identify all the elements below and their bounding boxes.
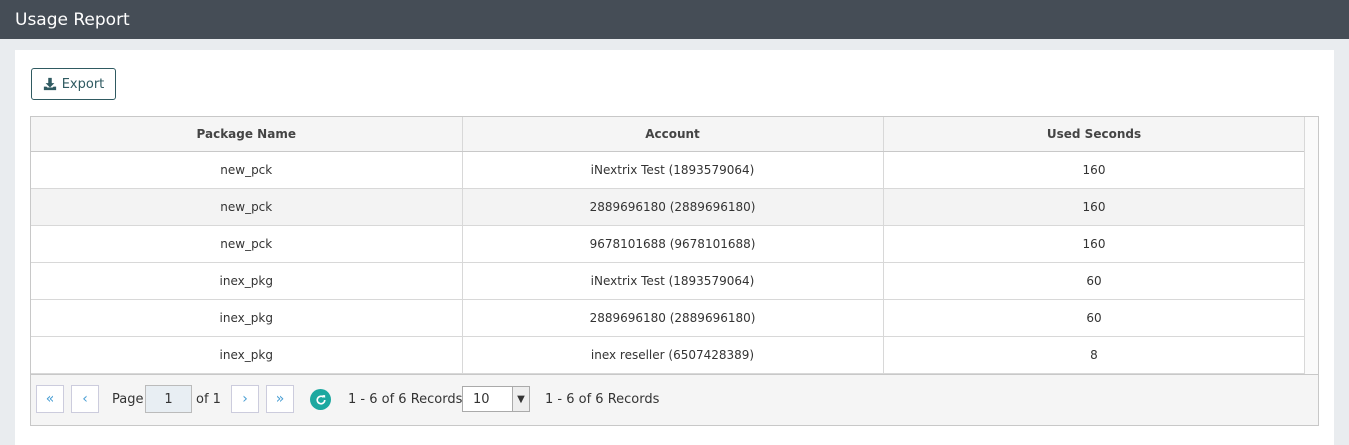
package-name-cell: inex_pkg bbox=[31, 336, 463, 374]
usage-grid: Package Name Account Used Seconds new_pc… bbox=[30, 116, 1319, 426]
page-title: Usage Report bbox=[15, 9, 130, 30]
page-size-select[interactable]: 10 ▼ bbox=[462, 386, 530, 412]
refresh-icon bbox=[315, 394, 326, 405]
table-row[interactable]: new_pck 9678101688 (9678101688) 160 bbox=[31, 225, 1306, 263]
used-seconds-cell: 160 bbox=[883, 225, 1306, 263]
first-page-button[interactable]: « bbox=[36, 385, 64, 413]
table-row[interactable]: inex_pkg iNextrix Test (1893579064) 60 bbox=[31, 262, 1306, 300]
package-name-cell: inex_pkg bbox=[31, 262, 463, 300]
account-cell: iNextrix Test (1893579064) bbox=[462, 151, 884, 189]
double-chevron-right-icon: » bbox=[275, 391, 285, 407]
page-size-value: 10 bbox=[473, 391, 490, 407]
used-seconds-cell: 8 bbox=[883, 336, 1306, 374]
table-row[interactable]: new_pck 2889696180 (2889696180) 160 bbox=[31, 188, 1306, 226]
pagination-bar: « ‹ Page of 1 › » 1 - 6 of 6 Records bbox=[31, 374, 1318, 425]
used-seconds-cell: 60 bbox=[883, 262, 1306, 300]
package-name-cell: new_pck bbox=[31, 225, 463, 263]
package-name-cell: new_pck bbox=[31, 188, 463, 226]
column-header-account[interactable]: Account bbox=[462, 117, 884, 152]
used-seconds-cell: 160 bbox=[883, 151, 1306, 189]
account-cell: iNextrix Test (1893579064) bbox=[462, 262, 884, 300]
vertical-scrollbar[interactable] bbox=[1304, 117, 1318, 374]
table-row[interactable]: new_pck iNextrix Test (1893579064) 160 bbox=[31, 151, 1306, 189]
table-row[interactable]: inex_pkg 2889696180 (2889696180) 60 bbox=[31, 299, 1306, 337]
account-cell: 2889696180 (2889696180) bbox=[462, 299, 884, 337]
column-header-package-name[interactable]: Package Name bbox=[31, 117, 463, 152]
next-page-button[interactable]: › bbox=[231, 385, 259, 413]
column-header-used-seconds[interactable]: Used Seconds bbox=[883, 117, 1306, 152]
used-seconds-cell: 160 bbox=[883, 188, 1306, 226]
table-header-row: Package Name Account Used Seconds bbox=[31, 117, 1306, 152]
used-seconds-cell: 60 bbox=[883, 299, 1306, 337]
download-icon bbox=[43, 77, 56, 91]
export-button-label: Export bbox=[61, 76, 105, 92]
package-name-cell: inex_pkg bbox=[31, 299, 463, 337]
records-summary-right: 1 - 6 of 6 Records bbox=[545, 392, 660, 407]
account-cell: inex reseller (6507428389) bbox=[462, 336, 884, 374]
chevron-left-icon: ‹ bbox=[82, 391, 88, 407]
last-page-button[interactable]: » bbox=[266, 385, 294, 413]
table-row[interactable]: inex_pkg inex reseller (6507428389) 8 bbox=[31, 336, 1306, 374]
account-cell: 9678101688 (9678101688) bbox=[462, 225, 884, 263]
account-cell: 2889696180 (2889696180) bbox=[462, 188, 884, 226]
prev-page-button[interactable]: ‹ bbox=[71, 385, 99, 413]
records-summary-left: 1 - 6 of 6 Records bbox=[348, 392, 463, 407]
report-panel: Export Package Name Account Used Seconds… bbox=[15, 50, 1334, 445]
refresh-button[interactable] bbox=[310, 389, 331, 410]
page-label: Page bbox=[112, 392, 144, 407]
double-chevron-left-icon: « bbox=[45, 391, 55, 407]
page-count-label: of 1 bbox=[196, 392, 221, 407]
chevron-right-icon: › bbox=[242, 391, 248, 407]
page-number-input[interactable] bbox=[145, 385, 192, 413]
package-name-cell: new_pck bbox=[31, 151, 463, 189]
chevron-down-icon: ▼ bbox=[512, 387, 529, 411]
page-titlebar: Usage Report bbox=[0, 0, 1349, 39]
usage-table: Package Name Account Used Seconds new_pc… bbox=[31, 117, 1306, 374]
export-button[interactable]: Export bbox=[31, 68, 116, 100]
